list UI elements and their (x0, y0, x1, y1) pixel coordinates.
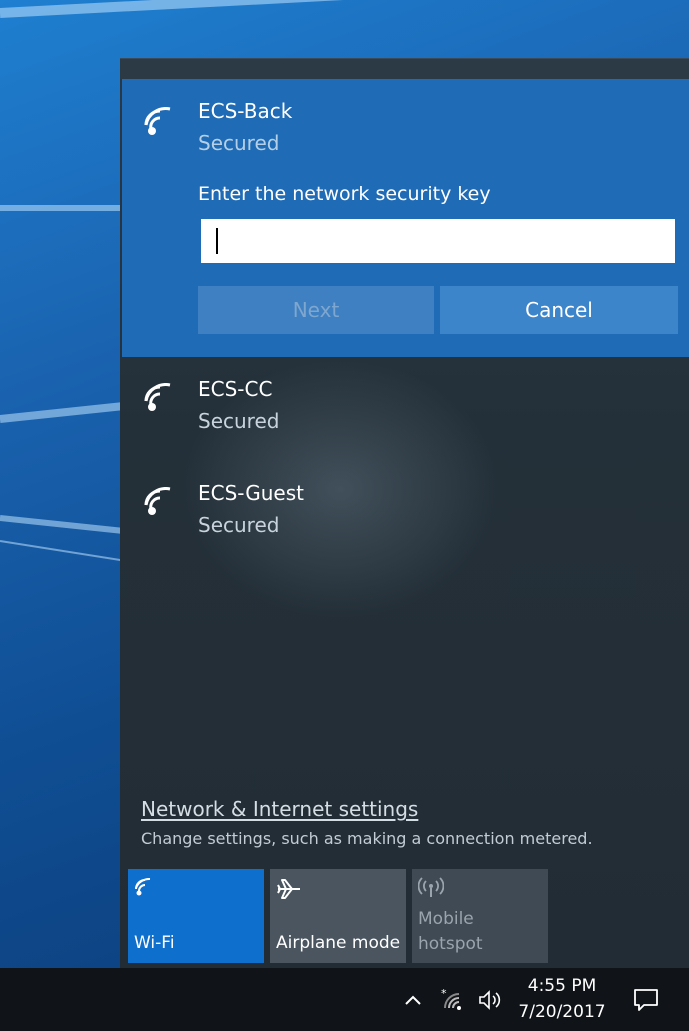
tile-label: hotspot (418, 934, 483, 954)
show-hidden-icons-button[interactable] (400, 968, 426, 1031)
action-center-button[interactable] (626, 968, 666, 1031)
desktop-light-streak (0, 515, 140, 536)
network-settings-description: Change settings, such as making a connec… (141, 829, 593, 848)
wifi-icon (144, 487, 171, 515)
network-status: Secured (198, 513, 280, 537)
security-key-label: Enter the network security key (198, 183, 491, 205)
wifi-icon (144, 107, 171, 135)
network-item-ecs-guest[interactable]: ECS-Guest Secured (122, 461, 689, 565)
airplane-mode-tile[interactable]: Airplane mode (270, 869, 406, 963)
volume-tray-button[interactable] (474, 968, 508, 1031)
network-status: Secured (198, 409, 280, 433)
network-tray-button[interactable]: * (436, 968, 470, 1031)
tile-label: Airplane mode (276, 933, 401, 953)
action-center-icon (634, 988, 658, 1011)
network-name: ECS-CC (198, 377, 273, 401)
network-flyout: ECS-Back Secured Enter the network secur… (120, 58, 689, 968)
chevron-up-icon (405, 995, 421, 1005)
airplane-icon (277, 879, 300, 899)
network-item-ecs-back[interactable]: ECS-Back Secured Enter the network secur… (122, 79, 689, 357)
security-key-input[interactable] (201, 219, 675, 263)
wifi-icon (144, 383, 171, 411)
desktop-light-streak (0, 540, 129, 563)
cancel-button[interactable]: Cancel (440, 286, 678, 334)
network-name: ECS-Back (198, 99, 293, 123)
wifi-toggle-tile[interactable]: Wi-Fi (128, 869, 264, 963)
desktop-light-streak (0, 205, 140, 211)
wifi-icon (135, 877, 151, 896)
network-name: ECS-Guest (198, 481, 304, 505)
tile-label: Wi-Fi (134, 933, 175, 953)
clock-date: 7/20/2017 (518, 1002, 606, 1022)
next-button[interactable]: Next (198, 286, 434, 334)
hotspot-icon (418, 877, 444, 897)
network-settings-link[interactable]: Network & Internet settings (141, 797, 418, 821)
tile-label: Mobile (418, 909, 474, 929)
clock-time: 4:55 PM (527, 976, 597, 996)
svg-text:*: * (441, 988, 447, 1000)
taskbar: * 4:55 PM 7/20/2017 (0, 968, 689, 1031)
volume-icon (479, 989, 501, 1010)
network-icon: * (441, 988, 461, 1010)
flyout-top-band (120, 59, 689, 79)
mobile-hotspot-tile[interactable]: Mobile hotspot (412, 869, 548, 963)
network-item-ecs-cc[interactable]: ECS-CC Secured (122, 357, 689, 461)
text-caret (216, 228, 218, 254)
network-status: Secured (198, 131, 280, 155)
desktop-light-streak (0, 0, 380, 18)
